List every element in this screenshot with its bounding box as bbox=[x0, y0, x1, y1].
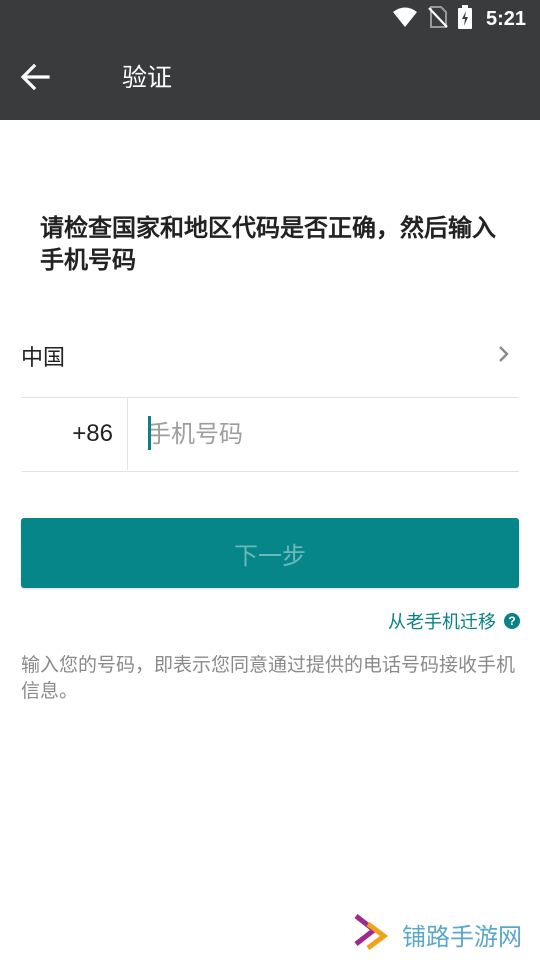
next-button[interactable]: 下一步 bbox=[21, 518, 519, 588]
status-time: 5:21 bbox=[485, 7, 526, 30]
country-selector[interactable]: 中国 bbox=[21, 320, 519, 392]
no-sim-icon bbox=[428, 5, 448, 33]
wifi-icon bbox=[392, 6, 418, 32]
battery-charging-icon bbox=[457, 5, 472, 33]
divider bbox=[21, 471, 519, 472]
phone-number-input[interactable] bbox=[147, 412, 507, 456]
text-cursor bbox=[148, 416, 151, 450]
page-title: 验证 bbox=[122, 63, 173, 92]
divider bbox=[127, 398, 128, 470]
status-bar: 5:21 bbox=[0, 0, 540, 36]
watermark-text: 铺路手游网 bbox=[402, 922, 522, 951]
country-code[interactable]: +86 bbox=[21, 398, 113, 470]
chevron-right-icon bbox=[497, 344, 511, 368]
back-button[interactable] bbox=[14, 58, 56, 100]
watermark: 铺路手游网 bbox=[354, 912, 522, 956]
question-circle-icon[interactable]: ? bbox=[504, 613, 520, 629]
migrate-from-old-phone-link[interactable]: 从老手机迁移 ? bbox=[388, 608, 520, 634]
instruction-headline: 请检查国家和地区代码是否正确，然后输入手机号码 bbox=[40, 214, 496, 274]
country-name: 中国 bbox=[21, 346, 66, 371]
migrate-link-label: 从老手机迁移 bbox=[388, 612, 496, 633]
arrow-left-icon bbox=[20, 63, 50, 94]
status-icons: 5:21 bbox=[392, 5, 526, 33]
phone-row: +86 bbox=[21, 398, 519, 470]
terms-disclaimer: 输入您的号码，即表示您同意通过提供的电话号码接收手机信息。 bbox=[21, 654, 516, 702]
watermark-logo-icon bbox=[354, 912, 394, 956]
app-bar: 验证 bbox=[0, 36, 540, 120]
